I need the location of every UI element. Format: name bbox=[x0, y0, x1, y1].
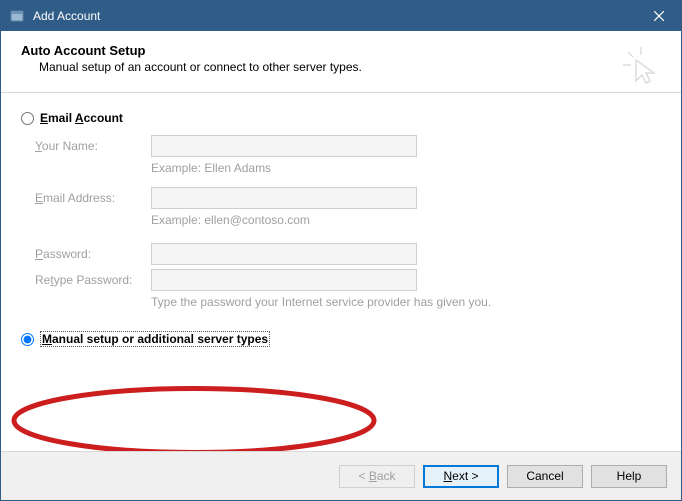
email-label: Email Address: bbox=[35, 191, 151, 205]
app-icon bbox=[9, 8, 25, 24]
help-button[interactable]: Help bbox=[591, 465, 667, 488]
wizard-button-bar: < Back Next > Cancel Help bbox=[1, 451, 681, 500]
window-title: Add Account bbox=[33, 9, 636, 23]
email-hint: Example: ellen@contoso.com bbox=[35, 213, 661, 227]
cursor-icon bbox=[621, 45, 661, 85]
password-label: Password: bbox=[35, 247, 151, 261]
next-button[interactable]: Next > bbox=[423, 465, 499, 488]
email-input bbox=[151, 187, 417, 209]
radio-email-account-label[interactable]: Email Account bbox=[40, 111, 123, 125]
your-name-label: Your Name: bbox=[35, 139, 151, 153]
header-title: Auto Account Setup bbox=[21, 43, 661, 58]
retype-password-input bbox=[151, 269, 417, 291]
password-hint: Type the password your Internet service … bbox=[35, 295, 661, 309]
wizard-body: Email Account Your Name: Example: Ellen … bbox=[1, 93, 681, 451]
radio-email-account-row: Email Account bbox=[21, 111, 661, 125]
add-account-dialog: Add Account Auto Account Setup Manual se… bbox=[0, 0, 682, 501]
annotation-ellipse bbox=[9, 383, 379, 451]
close-button[interactable] bbox=[636, 1, 681, 31]
your-name-hint: Example: Ellen Adams bbox=[35, 161, 661, 175]
radio-manual-setup[interactable] bbox=[21, 333, 34, 346]
your-name-input bbox=[151, 135, 417, 157]
retype-password-label: Retype Password: bbox=[35, 273, 151, 287]
wizard-header: Auto Account Setup Manual setup of an ac… bbox=[1, 31, 681, 93]
titlebar: Add Account bbox=[1, 1, 681, 31]
cancel-button[interactable]: Cancel bbox=[507, 465, 583, 488]
back-button: < Back bbox=[339, 465, 415, 488]
header-subtitle: Manual setup of an account or connect to… bbox=[21, 60, 661, 74]
email-account-form: Your Name: Example: Ellen Adams Email Ad… bbox=[35, 133, 661, 309]
radio-manual-setup-row: Manual setup or additional server types bbox=[21, 331, 661, 347]
password-input bbox=[151, 243, 417, 265]
radio-manual-setup-label[interactable]: Manual setup or additional server types bbox=[40, 331, 270, 347]
radio-email-account[interactable] bbox=[21, 112, 34, 125]
